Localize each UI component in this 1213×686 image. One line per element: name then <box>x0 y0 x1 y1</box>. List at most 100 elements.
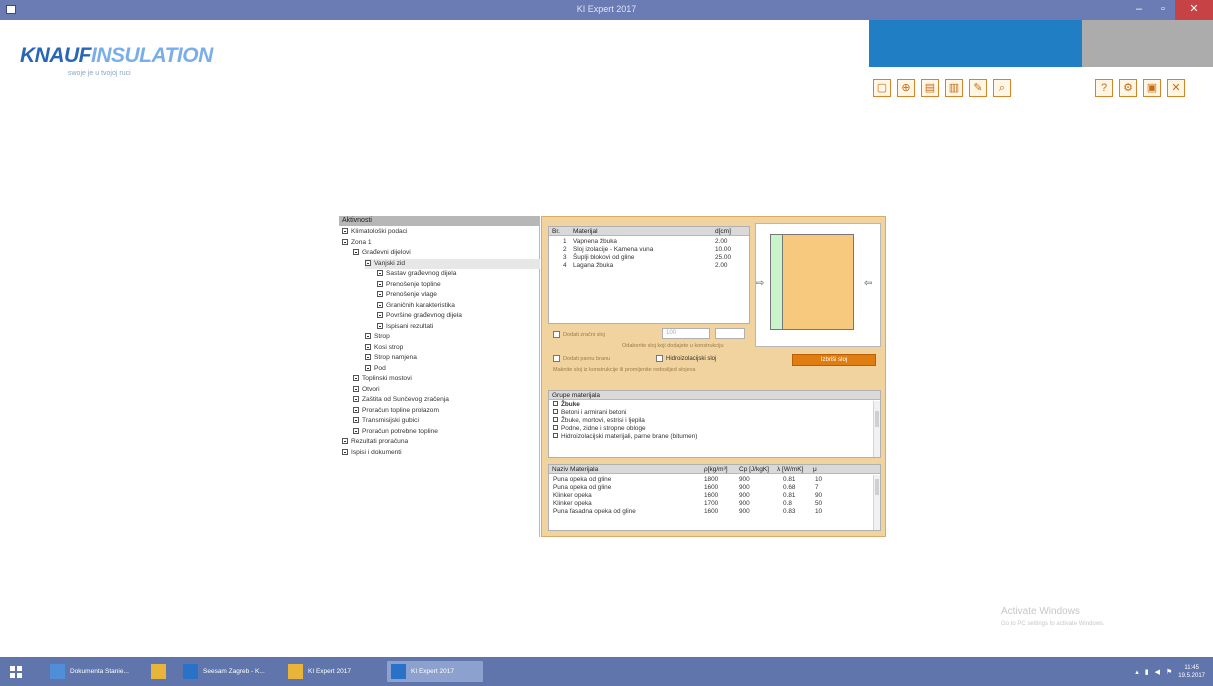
expand-toggle-icon[interactable] <box>353 417 359 423</box>
taskbar-item[interactable]: Seesam Zagreb - K... <box>179 661 275 682</box>
tree-item[interactable]: Graničnih karakteristika <box>377 301 455 311</box>
minimize-button[interactable]: – <box>1127 0 1151 20</box>
tree-item[interactable]: Pod <box>365 364 386 374</box>
expand-toggle-icon[interactable] <box>553 409 558 414</box>
material-row[interactable]: Puna opeka od gline 1800 900 0.81 10 <box>549 476 880 484</box>
expand-toggle-icon[interactable] <box>553 433 558 438</box>
new-button[interactable]: ▢ <box>873 79 891 97</box>
material-row[interactable]: Klinker opeka 1700 900 0.8 50 <box>549 500 880 508</box>
tray-arrow-icon[interactable]: ▴ <box>1135 668 1139 676</box>
group-item[interactable]: Žbuke <box>549 401 880 409</box>
material-row[interactable]: Puna fasadna opeka od gline 1600 900 0.83 10 <box>549 508 880 516</box>
material-row[interactable]: Klinker opeka 1600 900 0.81 90 <box>549 492 880 500</box>
tree-item[interactable]: Prenošenje vlage <box>377 290 437 300</box>
tree-item[interactable]: Strop namjena <box>365 353 417 363</box>
expand-toggle-icon[interactable] <box>365 354 371 360</box>
expand-toggle-icon[interactable] <box>377 280 383 287</box>
tree-item[interactable]: Prenošenje topline <box>377 280 441 290</box>
group-item[interactable]: Hidroizolacijski materijali, parne brane… <box>549 433 880 441</box>
layer-row[interactable]: 4 Lagana žbuka 2.00 <box>549 262 749 270</box>
taskbar-item[interactable]: KI Expert 2017 <box>284 661 380 682</box>
group-item[interactable]: Žbuke, mortovi, estrisi i ljepila <box>549 417 880 425</box>
pdf-button[interactable]: ▣ <box>1143 79 1161 97</box>
preview-button[interactable]: ⌕ <box>993 79 1011 97</box>
layer-row[interactable]: 2 Sloj izolacije - Kamena vuna 10.00 <box>549 246 749 254</box>
expand-toggle-icon[interactable] <box>353 249 359 255</box>
option2-checkbox[interactable] <box>553 355 560 362</box>
save-as-button[interactable]: ▥ <box>945 79 963 97</box>
materials-scrollbar[interactable] <box>873 475 880 530</box>
tree-root[interactable]: Aktivnosti <box>339 216 539 226</box>
expand-toggle-icon[interactable] <box>342 448 348 455</box>
tree-item[interactable]: Sastav građevnog dijela <box>377 269 456 279</box>
option1-input[interactable]: 100 <box>662 328 710 339</box>
groups-scrollbar[interactable] <box>873 401 880 457</box>
expand-toggle-icon[interactable] <box>553 417 558 422</box>
tree-item[interactable]: Transmisijski gubici <box>353 416 419 426</box>
expand-toggle-icon[interactable] <box>377 301 383 308</box>
layer-row[interactable]: 3 Šuplji blokovi od gline 25.00 <box>549 254 749 262</box>
tree-item[interactable]: Površine građevnog dijela <box>377 311 462 321</box>
tree-item[interactable]: Proračun topline prolazom <box>353 406 439 416</box>
block-layer-graphic[interactable] <box>782 234 854 330</box>
tree-item[interactable]: Ispisani rezultati <box>377 322 433 332</box>
material-groups-list: Grupe materijala Žbuke Betoni i armirani … <box>548 390 881 458</box>
material-row[interactable]: Puna opeka od gline 1600 900 0.68 7 <box>549 484 880 492</box>
option1-checkbox[interactable] <box>553 331 560 338</box>
edit-button[interactable]: ✎ <box>969 79 987 97</box>
expand-toggle-icon[interactable] <box>377 312 383 318</box>
taskbar-item[interactable]: Dokumenta Stanie... <box>46 661 144 682</box>
layer-row[interactable]: 1 Vapnena žbuka 2.00 <box>549 238 749 246</box>
tree-item[interactable]: Strop <box>365 332 390 342</box>
taskbar-item[interactable]: KI Expert 2017 <box>387 661 483 682</box>
tree-item[interactable]: Otvori <box>353 385 380 395</box>
start-button[interactable] <box>10 666 23 678</box>
tree-item[interactable]: Zona 1 <box>342 238 372 248</box>
expand-toggle-icon[interactable] <box>342 438 348 444</box>
help-button[interactable]: ? <box>1095 79 1113 97</box>
settings-button[interactable]: ⚙ <box>1119 79 1137 97</box>
expand-toggle-icon[interactable] <box>377 291 383 297</box>
expand-toggle-icon[interactable] <box>365 333 371 339</box>
tree-item[interactable]: Proračun potrebne topline <box>353 427 438 437</box>
group-item[interactable]: Podne, zidne i stropne obloge <box>549 425 880 433</box>
close-button[interactable]: ✕ <box>1175 0 1213 20</box>
expand-toggle-icon[interactable] <box>553 425 558 430</box>
expand-toggle-icon[interactable] <box>342 228 348 234</box>
expand-toggle-icon[interactable] <box>365 343 371 350</box>
expand-toggle-icon[interactable] <box>353 427 359 434</box>
expand-toggle-icon[interactable] <box>342 238 348 245</box>
network-icon[interactable]: ▮ <box>1145 668 1149 676</box>
tree-item[interactable]: Kosi strop <box>365 343 403 353</box>
expand-toggle-icon[interactable] <box>377 270 383 276</box>
option1-unit-input[interactable] <box>715 328 745 339</box>
tree-item[interactable]: Klimatološki podaci <box>342 227 407 237</box>
clock[interactable]: 11:45 19.5.2017 <box>1178 664 1205 680</box>
open-button[interactable]: ⊕ <box>897 79 915 97</box>
expand-toggle-icon[interactable] <box>353 406 359 413</box>
expand-toggle-icon[interactable] <box>377 322 383 329</box>
tree-item[interactable]: Ispisi i dokumenti <box>342 448 402 458</box>
expand-toggle-icon[interactable] <box>365 259 371 266</box>
tree-item[interactable]: Građevni dijelovi <box>353 248 411 258</box>
option3-checkbox[interactable] <box>656 355 663 362</box>
expand-toggle-icon[interactable] <box>353 396 359 402</box>
flag-icon[interactable]: ⚑ <box>1166 668 1172 676</box>
tree-item[interactable]: Toplinski mostovi <box>353 374 412 384</box>
tree-item[interactable]: Zaštita od Sunčevog zračenja <box>353 395 449 405</box>
exit-button[interactable]: ✕ <box>1167 79 1185 97</box>
window-title: KI Expert 2017 <box>576 4 637 14</box>
group-item[interactable]: Betoni i armirani betoni <box>549 409 880 417</box>
expand-toggle-icon[interactable] <box>353 375 359 381</box>
expand-toggle-icon[interactable] <box>353 385 359 392</box>
delete-layer-button[interactable]: Izbriši sloj <box>792 354 876 366</box>
tree-item[interactable]: Vanjski zid <box>365 258 540 269</box>
tree-item[interactable]: Rezultati proračuna <box>342 437 408 447</box>
maximize-button[interactable]: ▫ <box>1151 0 1175 20</box>
taskbar-item[interactable] <box>147 661 177 682</box>
expand-toggle-icon[interactable] <box>553 401 558 406</box>
expand-toggle-icon[interactable] <box>365 364 371 371</box>
material-name: Klinker opeka <box>553 500 592 507</box>
save-button[interactable]: ▤ <box>921 79 939 97</box>
volume-icon[interactable]: ◀ <box>1155 668 1160 676</box>
